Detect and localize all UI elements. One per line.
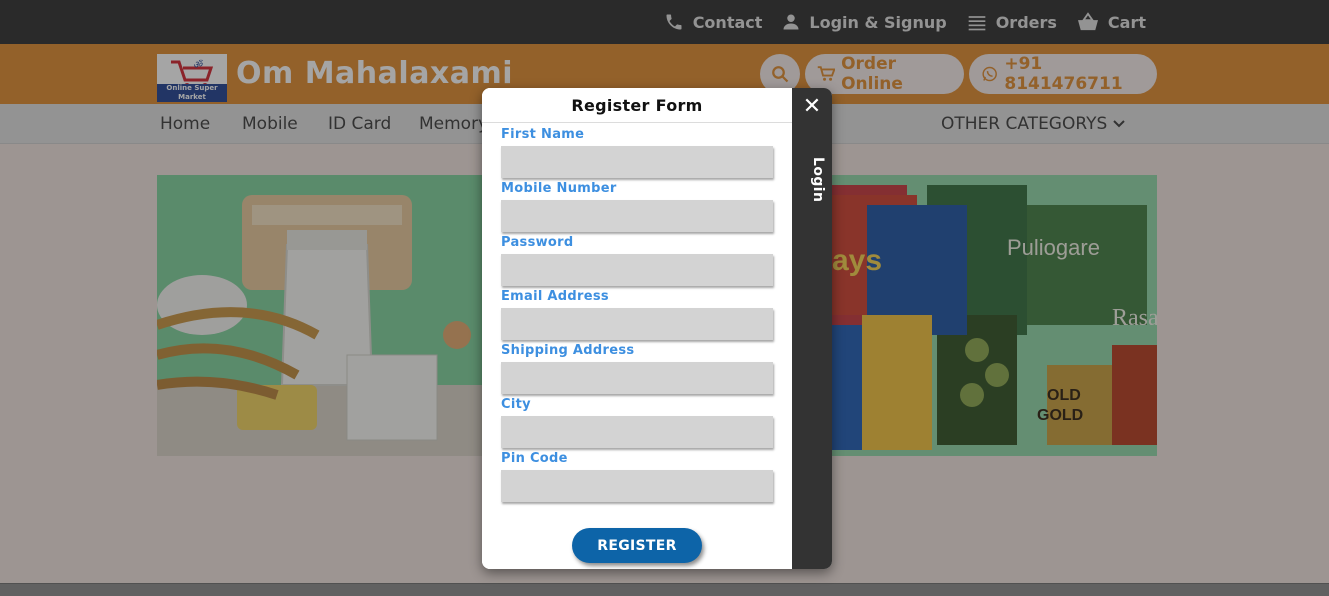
pin-code-field: Pin Code (501, 451, 773, 502)
password-label: Password (501, 235, 574, 250)
email-address-input[interactable] (501, 308, 773, 340)
password-input[interactable] (501, 254, 773, 286)
modal-title: Register Form (482, 88, 792, 123)
email-address-field: Email Address (501, 289, 773, 340)
shipping-address-input[interactable] (501, 362, 773, 394)
register-button[interactable]: REGISTER (572, 528, 702, 563)
close-icon[interactable]: ✕ (801, 96, 823, 118)
email-address-label: Email Address (501, 289, 609, 304)
first-name-input[interactable] (501, 146, 773, 178)
pin-code-input[interactable] (501, 470, 773, 502)
first-name-label: First Name (501, 127, 585, 142)
login-tab[interactable]: Login (798, 150, 826, 210)
modal-side-panel: ✕ Login (792, 88, 832, 569)
register-form: Register Form First Name Mobile Number P… (482, 88, 792, 569)
password-field: Password (501, 235, 773, 286)
city-field: City (501, 397, 773, 448)
city-label: City (501, 397, 531, 412)
register-modal: Register Form First Name Mobile Number P… (482, 88, 832, 569)
shipping-address-field: Shipping Address (501, 343, 773, 394)
city-input[interactable] (501, 416, 773, 448)
mobile-number-input[interactable] (501, 200, 773, 232)
mobile-number-field: Mobile Number (501, 181, 773, 232)
shipping-address-label: Shipping Address (501, 343, 635, 358)
pin-code-label: Pin Code (501, 451, 568, 466)
mobile-number-label: Mobile Number (501, 181, 617, 196)
first-name-field: First Name (501, 127, 773, 178)
